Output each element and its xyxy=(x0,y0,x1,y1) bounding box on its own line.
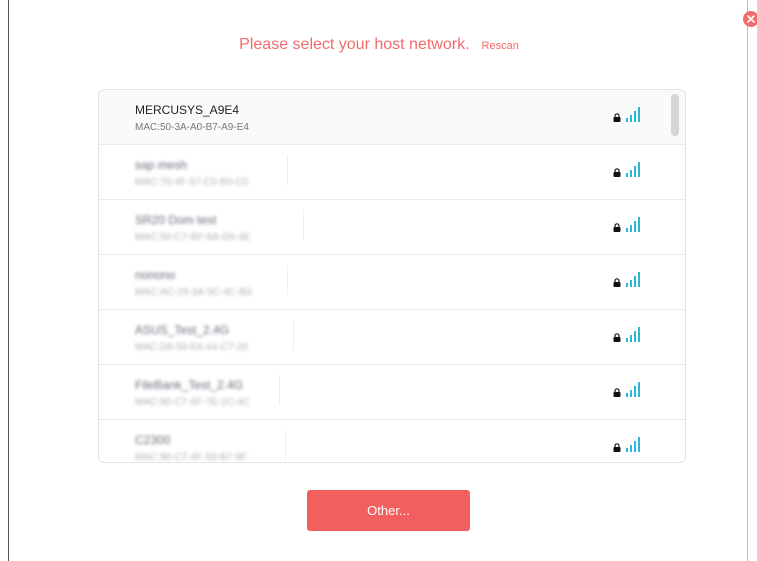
lock-icon xyxy=(613,113,621,122)
lock-icon xyxy=(613,223,621,232)
network-row[interactable]: FileBank_Test_2.4G MAC:90-C7-6F-7E-2C-4C xyxy=(99,365,685,420)
row-divider xyxy=(287,265,288,295)
network-mac: MAC:AC-29-3A-9C-4C-B3 xyxy=(135,287,252,298)
lock-icon xyxy=(613,168,621,177)
network-ssid: FileBank_Test_2.4G xyxy=(135,378,244,392)
network-ssid: nonono xyxy=(135,268,176,282)
network-list[interactable]: MERCUSYS_A9E4 MAC:50-3A-A0-B7-A9-E4 sap … xyxy=(98,89,686,463)
network-row[interactable]: C2300 MAC:90-C7-4F-93-B7-9F xyxy=(99,420,685,463)
network-ssid: MERCUSYS_A9E4 xyxy=(135,103,240,117)
row-divider xyxy=(303,210,304,240)
network-mac: MAC:50-3A-A0-B7-A9-E4 xyxy=(135,122,249,133)
other-network-button[interactable]: Other... xyxy=(307,490,470,531)
row-divider xyxy=(285,430,286,460)
wifi-signal-icon xyxy=(626,272,640,287)
wifi-signal-icon xyxy=(626,217,640,232)
close-icon xyxy=(747,15,755,23)
wifi-signal-icon xyxy=(626,107,640,122)
network-row[interactable]: SR20 Dom test MAC:50-C7-BF-8A-D0-4E xyxy=(99,200,685,255)
network-mac: MAC:50-C7-BF-8A-D0-4E xyxy=(135,232,251,243)
wifi-signal-icon xyxy=(626,437,640,452)
wifi-signal-icon xyxy=(626,327,640,342)
row-divider xyxy=(287,155,288,185)
network-mac: MAC:90-C7-4F-93-B7-9F xyxy=(135,452,248,463)
network-row[interactable]: nonono MAC:AC-29-3A-9C-4C-B3 xyxy=(99,255,685,310)
list-scrollbar[interactable] xyxy=(671,94,679,136)
network-mac: MAC:90-C7-6F-7E-2C-4C xyxy=(135,397,251,408)
network-select-dialog: Please select your host network. Rescan M… xyxy=(8,0,748,561)
network-row[interactable]: MERCUSYS_A9E4 MAC:50-3A-A0-B7-A9-E4 xyxy=(99,90,685,145)
dialog-title: Please select your host network. xyxy=(239,36,470,53)
lock-icon xyxy=(613,443,621,452)
rescan-link[interactable]: Rescan xyxy=(482,40,519,52)
lock-icon xyxy=(613,388,621,397)
row-divider xyxy=(279,375,280,405)
lock-icon xyxy=(613,278,621,287)
network-ssid: C2300 xyxy=(135,433,171,447)
network-mac: MAC:D8-50-E6-44-C7-20 xyxy=(135,342,248,353)
network-ssid: SR20 Dom test xyxy=(135,213,217,227)
network-ssid: ASUS_Test_2.4G xyxy=(135,323,230,337)
row-divider xyxy=(293,320,294,350)
wifi-signal-icon xyxy=(626,382,640,397)
close-button[interactable] xyxy=(743,11,757,27)
lock-icon xyxy=(613,333,621,342)
network-row[interactable]: ASUS_Test_2.4G MAC:D8-50-E6-44-C7-20 xyxy=(99,310,685,365)
title-row: Please select your host network. Rescan xyxy=(9,36,749,54)
network-mac: MAC:70-4F-57-C0-B0-C0 xyxy=(135,177,249,188)
network-row[interactable]: sap mesh MAC:70-4F-57-C0-B0-C0 xyxy=(99,145,685,200)
network-ssid: sap mesh xyxy=(135,158,188,172)
wifi-signal-icon xyxy=(626,162,640,177)
